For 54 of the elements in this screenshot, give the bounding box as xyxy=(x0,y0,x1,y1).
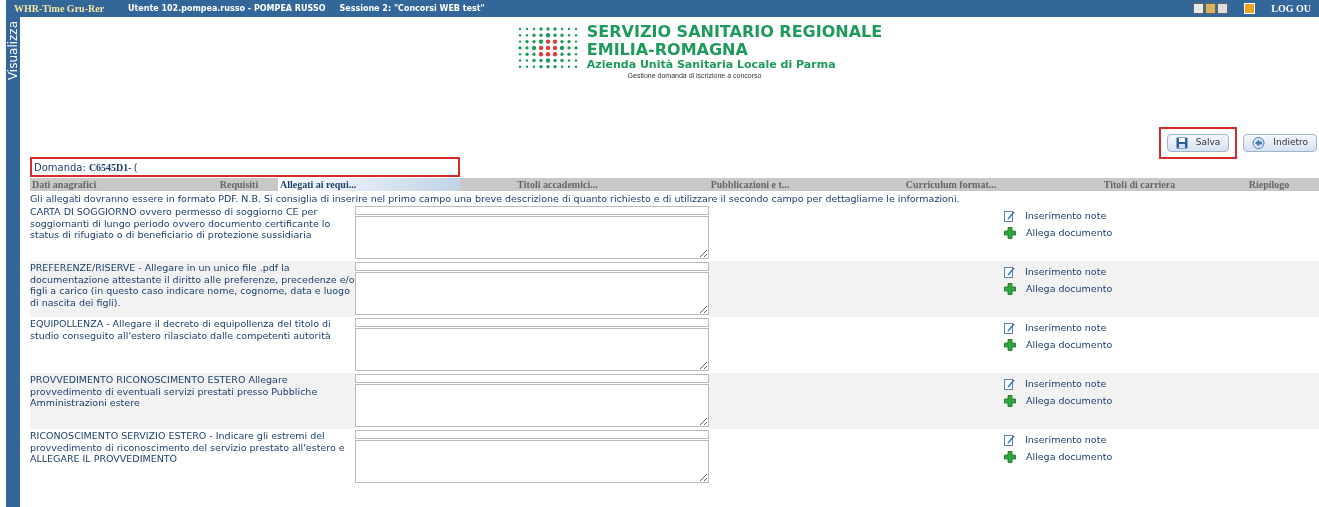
tab[interactable]: Allegati ai requi... xyxy=(278,178,460,191)
input-field[interactable] xyxy=(355,262,709,271)
domanda-code: C6545D1- xyxy=(88,160,132,175)
intro-text: Gli allegati dovranno essere in formato PDF. N.B. Si consiglia di inserire nel primo campo una breve descrizione di quanto richiesto e di utilizzare il secondo campo per dettagliarne le informazioni. xyxy=(30,193,961,205)
user-label: Utente 102.pompea.russo - POMPEA RUSSO xyxy=(128,2,326,15)
tab[interactable]: Dati anagrafici xyxy=(30,178,200,191)
input-field[interactable] xyxy=(355,430,709,439)
tab[interactable]: Requisiti xyxy=(200,178,278,191)
attach-link[interactable]: Allega documento xyxy=(1026,394,1113,409)
edit-note-icon[interactable] xyxy=(1004,210,1015,223)
attach-link[interactable]: Allega documento xyxy=(1026,226,1113,241)
domanda-label: Domanda: xyxy=(34,160,86,175)
side-panel-label[interactable]: Visualizza xyxy=(4,21,22,81)
note-link[interactable]: Inserimento note xyxy=(1025,377,1107,392)
note-link[interactable]: Inserimento note xyxy=(1025,209,1107,224)
logo-subtitle: Azienda Unità Sanitaria Locale di Parma xyxy=(586,59,837,71)
logout-link[interactable]: LOG OU xyxy=(1271,1,1311,16)
attach-link[interactable]: Allega documento xyxy=(1026,450,1113,465)
attachment-description: RICONOSCIMENTO SERVIZIO ESTERO - Indicare gli estremi del provvedimento di riconoscimento del servizio prestato all'estero e ALLEGARE IL PROVVEDIMENTO xyxy=(30,429,346,466)
edit-note-icon[interactable] xyxy=(1004,434,1015,447)
attachment-description: CARTA DI SOGGIORNO ovvero permesso di soggiorno CE per soggiornanti di lungo periodo ovvero documento certificante lo status di rifugiato o di beneficiario di protezione sussidiaria xyxy=(30,205,332,242)
tab[interactable]: Titoli accademici... xyxy=(460,178,655,191)
toolbar-icons[interactable] xyxy=(1193,3,1229,14)
note-link[interactable]: Inserimento note xyxy=(1025,321,1107,336)
input-field[interactable] xyxy=(355,374,709,383)
attachment-description: PREFERENZE/RISERVE - Allegare in un unico file .pdf la documentazione attestante il diritto alle preferenze, precedenze e/o figli a carico (in questo caso indicare nome, cognome, data e luogo di nascita dei figli). xyxy=(30,261,355,310)
logo-region: EMILIA-ROMAGNA xyxy=(586,41,749,59)
plus-icon[interactable] xyxy=(1004,395,1016,408)
attach-link[interactable]: Allega documento xyxy=(1026,282,1113,297)
note-link[interactable]: Inserimento note xyxy=(1025,433,1107,448)
edit-note-icon[interactable] xyxy=(1004,266,1015,279)
left-arrow-icon xyxy=(1252,137,1266,149)
tab[interactable]: Curriculum format... xyxy=(845,178,1057,191)
back-button[interactable]: Indietro xyxy=(1243,134,1317,152)
plus-icon[interactable] xyxy=(1004,451,1016,464)
side-panel[interactable]: Visualizza xyxy=(6,17,20,507)
plus-icon[interactable] xyxy=(1004,227,1016,240)
edit-note-icon[interactable] xyxy=(1004,322,1015,335)
app-title: WHR-Time Gru-Rer xyxy=(14,2,106,16)
session-label: Sessione 2: "Concorsi WEB test" xyxy=(339,2,485,15)
attach-link[interactable]: Allega documento xyxy=(1026,338,1113,353)
input-field[interactable] xyxy=(355,318,709,327)
plus-icon[interactable] xyxy=(1004,339,1016,352)
dot-grid-logo-icon xyxy=(516,25,579,69)
save-button[interactable]: Salva xyxy=(1166,134,1230,152)
edit-note-icon[interactable] xyxy=(1004,378,1015,391)
logo-title: SERVIZIO SANITARIO REGIONALE xyxy=(586,23,883,41)
domanda-suffix: ( xyxy=(133,160,138,175)
note-link[interactable]: Inserimento note xyxy=(1025,265,1107,280)
plus-icon[interactable] xyxy=(1004,283,1016,296)
attachment-description: EQUIPOLLENZA - Allegare il decreto di equipollenza del titolo di studio conseguito all'estero rilasciato dalle competenti autorità xyxy=(30,317,332,343)
tab[interactable]: Pubblicazioni e t... xyxy=(655,178,845,191)
input-field[interactable] xyxy=(355,206,709,215)
attachment-description: PROVVEDIMENTO RICONOSCIMENTO ESTERO Allegare provvedimento di eventuali servizi prestati presso Pubbliche Amministrazioni estere xyxy=(30,373,319,410)
